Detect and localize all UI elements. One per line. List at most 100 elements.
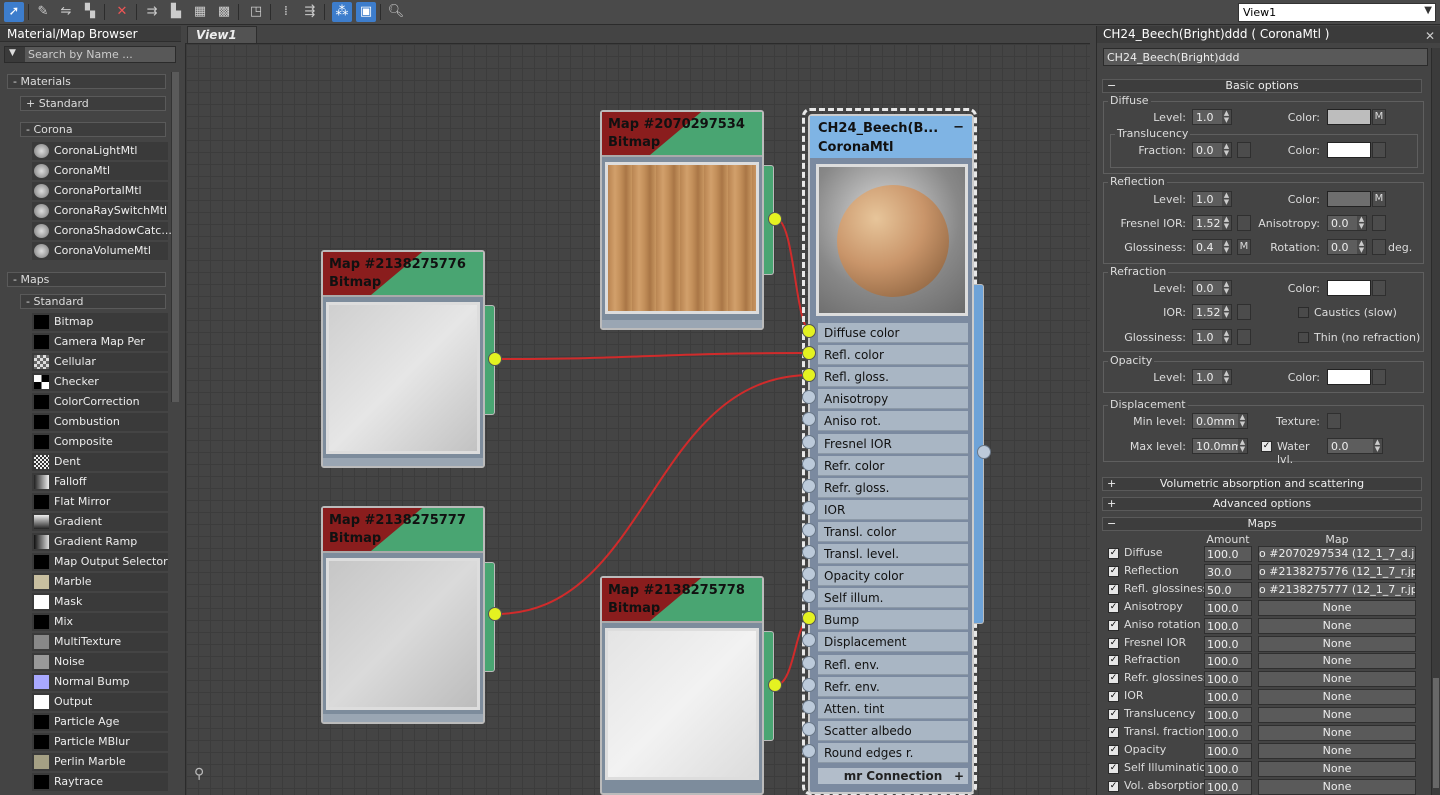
mr-connection-bar[interactable]: mr Connection + <box>818 768 968 784</box>
maps-rollout[interactable]: - Maps <box>7 272 166 287</box>
map-enable-checkbox[interactable]: ✓ <box>1108 673 1119 685</box>
reflection-map-button[interactable]: M <box>1372 191 1386 207</box>
refraction-glossiness-spinner[interactable]: 1.0 ▲ ▼ <box>1192 329 1232 345</box>
material-slot[interactable]: Refr. color <box>818 455 968 476</box>
map-enable-checkbox[interactable]: ✓ <box>1108 548 1119 559</box>
refraction-glossiness-map-button[interactable] <box>1237 329 1251 345</box>
slot-input-socket[interactable] <box>802 699 816 714</box>
anisotropy-map-button[interactable] <box>1372 215 1386 231</box>
collapse-icon[interactable]: − <box>953 118 964 137</box>
map-slot-button[interactable]: None <box>1258 671 1416 688</box>
browser-scrollbar[interactable] <box>171 72 179 402</box>
map-item[interactable]: Gradient Ramp <box>32 533 168 551</box>
map-item[interactable]: Gradient <box>32 513 168 531</box>
map-item[interactable]: Cellular <box>32 353 168 371</box>
translucency-color-map-button[interactable] <box>1372 142 1386 158</box>
map-item[interactable]: ColorCorrection <box>32 393 168 411</box>
materials-rollout[interactable]: - Materials <box>7 74 166 89</box>
eyedropper-icon[interactable]: ✎ <box>33 2 53 22</box>
corona-material-item[interactable]: CoronaVolumeMtl <box>32 242 168 260</box>
map-slot-button[interactable]: None <box>1258 617 1416 634</box>
map-enable-checkbox[interactable]: ✓ <box>1108 762 1119 774</box>
material-slot[interactable]: Refr. env. <box>818 676 968 697</box>
advanced-options-rollout[interactable]: + Advanced options <box>1102 497 1422 511</box>
bitmap-node[interactable]: Map #2138275778 Bitmap <box>600 576 764 795</box>
ior-map-button[interactable] <box>1237 304 1251 320</box>
rotation-spinner[interactable]: 0.0 ▲ ▼ <box>1327 239 1367 255</box>
map-item[interactable]: MultiTexture <box>32 633 168 651</box>
show-end-result-icon[interactable]: ⁂ <box>332 2 352 22</box>
ior-spinner[interactable]: 1.52 ▲ ▼ <box>1192 304 1232 320</box>
output-socket[interactable] <box>488 352 502 366</box>
maps-rollout-header[interactable]: − Maps <box>1102 517 1422 531</box>
bitmap-node[interactable]: Map #2070297534 Bitmap <box>600 110 764 330</box>
standard-maps-rollout[interactable]: - Standard <box>20 294 166 309</box>
slot-input-socket[interactable] <box>802 434 816 449</box>
corona-material-item[interactable]: CoronaPortalMtl <box>32 182 168 200</box>
map-enable-checkbox[interactable]: ✓ <box>1108 601 1119 613</box>
map-item[interactable]: Mix <box>32 613 168 631</box>
map-slot-button[interactable]: None <box>1258 725 1416 741</box>
material-slot[interactable]: Self illum. <box>818 588 968 609</box>
material-slot[interactable]: Displacement <box>818 632 968 653</box>
corona-material-item[interactable]: CoronaMtl <box>32 162 168 180</box>
slot-input-socket[interactable] <box>802 545 816 559</box>
map-item[interactable]: Output <box>32 693 168 711</box>
map-item[interactable]: Map Output Selector <box>32 553 168 571</box>
map-item[interactable]: Camera Map Per Pixel <box>32 333 168 366</box>
material-slot[interactable]: Scatter albedo <box>818 720 968 741</box>
map-enable-checkbox[interactable]: ✓ <box>1108 709 1119 721</box>
corona-rollout[interactable]: - Corona <box>20 122 166 137</box>
material-slot[interactable]: Anisotropy <box>818 389 968 410</box>
map-item[interactable]: Perlin Marble <box>32 753 168 771</box>
refraction-color-map-button[interactable] <box>1372 280 1386 296</box>
map-item[interactable]: Dent <box>32 453 168 471</box>
layout-icon[interactable]: ⇉ <box>142 2 162 22</box>
slot-input-socket[interactable] <box>802 721 816 736</box>
map-enable-checkbox[interactable]: ✓ <box>1108 619 1119 631</box>
fresnel-ior-map-button[interactable] <box>1237 215 1251 231</box>
material-slot[interactable]: Bump <box>818 610 968 631</box>
slot-input-socket[interactable] <box>802 677 816 692</box>
translucency-color-swatch[interactable] <box>1327 142 1371 158</box>
max-level-spinner[interactable]: 10.0mm ▲ ▼ <box>1192 438 1248 454</box>
map-item[interactable]: Mask <box>32 593 168 611</box>
map-slot-button[interactable]: None <box>1258 742 1416 759</box>
map-item[interactable]: Marble <box>32 573 168 591</box>
diffuse-map-button[interactable]: M <box>1372 109 1386 125</box>
map-slot-button[interactable]: None <box>1258 653 1416 670</box>
map-item[interactable]: Flat Mirror <box>32 493 168 511</box>
map-slot-button[interactable]: None <box>1258 599 1416 616</box>
map-slot-button[interactable]: None <box>1258 778 1416 795</box>
map-slot-button[interactable]: o #2138275776 (12_1_7_r.jpg) <box>1258 563 1416 580</box>
map-slot-button[interactable]: None <box>1258 635 1416 652</box>
material-slot[interactable]: Refl. color <box>818 345 968 366</box>
fresnel-ior-spinner[interactable]: 1.52 ▲ ▼ <box>1192 215 1232 231</box>
slot-input-socket[interactable] <box>802 655 816 670</box>
map-amount-spinner[interactable]: 100.0 <box>1204 546 1252 562</box>
map-item[interactable]: Bitmap <box>32 313 168 331</box>
map-item[interactable]: Falloff <box>32 473 168 491</box>
search-options-icon[interactable]: ▼ <box>9 48 16 58</box>
material-slot[interactable]: Round edges r. <box>818 742 968 763</box>
map-amount-spinner[interactable]: 100.0 <box>1204 742 1252 759</box>
glossiness-map-button[interactable]: M <box>1237 239 1251 255</box>
displacement-texture-button[interactable] <box>1327 413 1341 429</box>
material-slot[interactable]: Refl. env. <box>818 654 968 675</box>
map-enable-checkbox[interactable]: ✓ <box>1108 583 1119 595</box>
translucency-fraction-spinner[interactable]: 0.0 ▲ ▼ <box>1192 142 1232 158</box>
output-socket[interactable] <box>768 212 782 226</box>
slot-input-socket[interactable] <box>802 324 816 338</box>
slot-input-socket[interactable] <box>802 743 816 758</box>
map-item[interactable]: Raytrace <box>32 773 168 791</box>
map-slot-button[interactable]: o #2070297534 (12_1_7_d.jpg) <box>1258 546 1416 562</box>
map-slot-button[interactable]: o #2138275777 (12_1_7_r.jpg) <box>1258 581 1416 598</box>
map-enable-checkbox[interactable]: ✓ <box>1108 565 1119 577</box>
delete-icon[interactable]: ✕ <box>112 2 132 22</box>
slot-input-socket[interactable] <box>802 567 816 582</box>
slot-input-socket[interactable] <box>802 522 816 537</box>
bitmap-node[interactable]: Map #2138275776 Bitmap <box>321 250 485 468</box>
map-amount-spinner[interactable]: 100.0 <box>1204 653 1252 670</box>
water-level-checkbox[interactable]: ✓ <box>1261 441 1272 452</box>
map-enable-checkbox[interactable]: ✓ <box>1108 691 1119 703</box>
